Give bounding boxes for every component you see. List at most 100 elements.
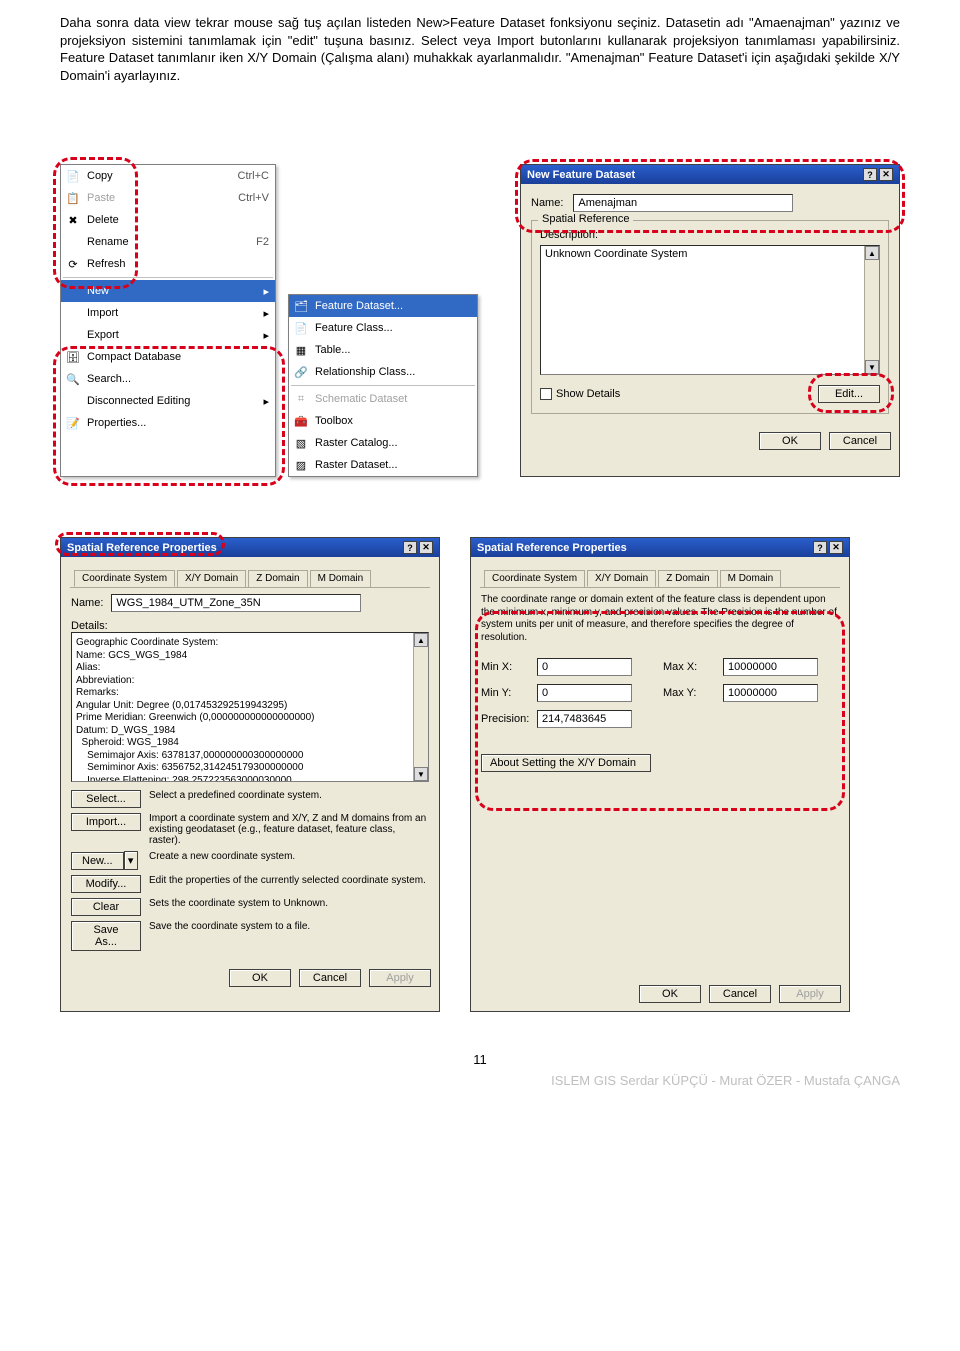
new-button[interactable]: New... xyxy=(71,852,124,870)
submenu-fds-label: Feature Dataset... xyxy=(315,300,403,312)
ok-button[interactable]: OK xyxy=(639,985,701,1003)
scroll-down[interactable]: ▼ xyxy=(414,767,428,781)
ok-button[interactable]: OK xyxy=(229,969,291,987)
menu-import[interactable]: Import ▸ xyxy=(61,302,275,324)
scroll-down[interactable]: ▼ xyxy=(865,360,879,374)
cancel-button[interactable]: Cancel xyxy=(709,985,771,1003)
relationship-icon: 🔗 xyxy=(293,364,309,380)
menu-properties[interactable]: 📝 Properties... xyxy=(61,412,275,434)
submenu-feature-dataset[interactable]: 🗂 Feature Dataset... xyxy=(289,295,477,317)
precision-input[interactable] xyxy=(537,710,632,728)
arrow-right-icon: ▸ xyxy=(263,329,269,342)
submenu-raster-dataset[interactable]: ▨ Raster Dataset... xyxy=(289,454,477,476)
copy-shortcut: Ctrl+C xyxy=(238,170,269,182)
new-dropdown-button[interactable]: ▾ xyxy=(124,851,138,870)
tab-m-domain[interactable]: M Domain xyxy=(720,570,782,587)
menu-new[interactable]: New ▸ xyxy=(61,280,275,302)
show-details-checkbox[interactable]: Show Details xyxy=(540,388,620,400)
save-as-desc: Save the coordinate system to a file. xyxy=(149,921,429,932)
menu-disconnected-editing[interactable]: Disconnected Editing ▸ xyxy=(61,390,275,412)
close-button[interactable]: ✕ xyxy=(419,541,433,554)
submenu-raster-catalog[interactable]: ▧ Raster Catalog... xyxy=(289,432,477,454)
select-button[interactable]: Select... xyxy=(71,790,141,808)
paste-shortcut: Ctrl+V xyxy=(238,192,269,204)
menu-refresh[interactable]: ⟳ Refresh xyxy=(61,253,275,275)
name-input[interactable] xyxy=(573,194,793,212)
submenu-feature-class[interactable]: 📄 Feature Class... xyxy=(289,317,477,339)
close-button[interactable]: ✕ xyxy=(829,541,843,554)
submenu-table[interactable]: ▦ Table... xyxy=(289,339,477,361)
menu-paste: 📋 Paste Ctrl+V xyxy=(61,187,275,209)
submenu-toolbox[interactable]: 🧰 Toolbox xyxy=(289,410,477,432)
import-button[interactable]: Import... xyxy=(71,813,141,831)
schematic-icon: ⌗ xyxy=(293,391,309,407)
menu-delete[interactable]: ✖ Delete xyxy=(61,209,275,231)
minx-input[interactable] xyxy=(537,658,632,676)
tab-coordinate-system[interactable]: Coordinate System xyxy=(74,570,175,587)
tab-m-domain[interactable]: M Domain xyxy=(310,570,372,587)
save-as-button[interactable]: Save As... xyxy=(71,921,141,951)
close-button[interactable]: ✕ xyxy=(879,168,893,181)
row-2: Spatial Reference Properties ? ✕ Coordin… xyxy=(60,537,900,1012)
tab-xy-domain[interactable]: X/Y Domain xyxy=(177,570,246,587)
help-button[interactable]: ? xyxy=(813,541,827,554)
refresh-icon: ⟳ xyxy=(65,256,81,272)
maxy-input[interactable] xyxy=(723,684,818,702)
raster-dataset-icon: ▨ xyxy=(293,457,309,473)
precision-label: Precision: xyxy=(481,713,527,725)
feature-dataset-icon: 🗂 xyxy=(293,298,309,314)
edit-button[interactable]: Edit... xyxy=(818,385,880,403)
maxx-input[interactable] xyxy=(723,658,818,676)
select-desc: Select a predefined coordinate system. xyxy=(149,790,429,801)
page-number: 11 xyxy=(60,1052,900,1067)
description-area: Unknown Coordinate System ▲ ▼ xyxy=(540,245,880,375)
delete-icon: ✖ xyxy=(65,212,81,228)
tab-z-domain[interactable]: Z Domain xyxy=(248,570,307,587)
menu-properties-label: Properties... xyxy=(87,417,146,429)
submenu-relationship-class[interactable]: 🔗 Relationship Class... xyxy=(289,361,477,383)
submenu-schem-label: Schematic Dataset xyxy=(315,393,407,405)
cs-name-label: Name: xyxy=(71,597,103,609)
cancel-button[interactable]: Cancel xyxy=(299,969,361,987)
title-text: New Feature Dataset xyxy=(527,169,635,181)
cancel-button[interactable]: Cancel xyxy=(829,432,891,450)
help-button[interactable]: ? xyxy=(403,541,417,554)
copy-icon: 📄 xyxy=(65,168,81,184)
blank-icon xyxy=(65,305,81,321)
menu-search[interactable]: 🔍 Search... xyxy=(61,368,275,390)
menu-export[interactable]: Export ▸ xyxy=(61,324,275,346)
description-label: Description: xyxy=(540,229,880,241)
arrow-right-icon: ▸ xyxy=(263,395,269,408)
menu-copy[interactable]: 📄 Copy Ctrl+C xyxy=(61,165,275,187)
help-button[interactable]: ? xyxy=(863,168,877,181)
scroll-up[interactable]: ▲ xyxy=(414,633,428,647)
blank-icon xyxy=(65,327,81,343)
menu-compact-database[interactable]: 🗄 Compact Database xyxy=(61,346,275,368)
tab-coordinate-system[interactable]: Coordinate System xyxy=(484,570,585,587)
clear-button[interactable]: Clear xyxy=(71,898,141,916)
tab-xy-domain[interactable]: X/Y Domain xyxy=(587,570,656,587)
search-icon: 🔍 xyxy=(65,371,81,387)
clear-desc: Sets the coordinate system to Unknown. xyxy=(149,898,429,909)
menu-export-label: Export xyxy=(87,329,119,341)
apply-button[interactable]: Apply xyxy=(779,985,841,1003)
miny-input[interactable] xyxy=(537,684,632,702)
scroll-up[interactable]: ▲ xyxy=(865,246,879,260)
maxx-label: Max X: xyxy=(663,661,713,673)
menu-rename[interactable]: Rename F2 xyxy=(61,231,275,253)
cs-name-input[interactable] xyxy=(111,594,361,612)
separator xyxy=(291,385,475,386)
arrow-right-icon: ▸ xyxy=(263,285,269,298)
modify-button[interactable]: Modify... xyxy=(71,875,141,893)
xy-domain-explain: The coordinate range or domain extent of… xyxy=(481,594,839,644)
tab-strip: Coordinate System X/Y Domain Z Domain M … xyxy=(480,566,840,588)
context-submenu-new: 🗂 Feature Dataset... 📄 Feature Class... … xyxy=(288,294,478,477)
miny-label: Min Y: xyxy=(481,687,527,699)
about-xy-domain-button[interactable]: About Setting the X/Y Domain xyxy=(481,754,651,772)
tab-z-domain[interactable]: Z Domain xyxy=(658,570,717,587)
ok-button[interactable]: OK xyxy=(759,432,821,450)
submenu-rcat-label: Raster Catalog... xyxy=(315,437,398,449)
apply-button[interactable]: Apply xyxy=(369,969,431,987)
menu-new-label: New xyxy=(87,285,109,297)
spatial-reference-group: Spatial Reference Description: Unknown C… xyxy=(531,220,889,414)
